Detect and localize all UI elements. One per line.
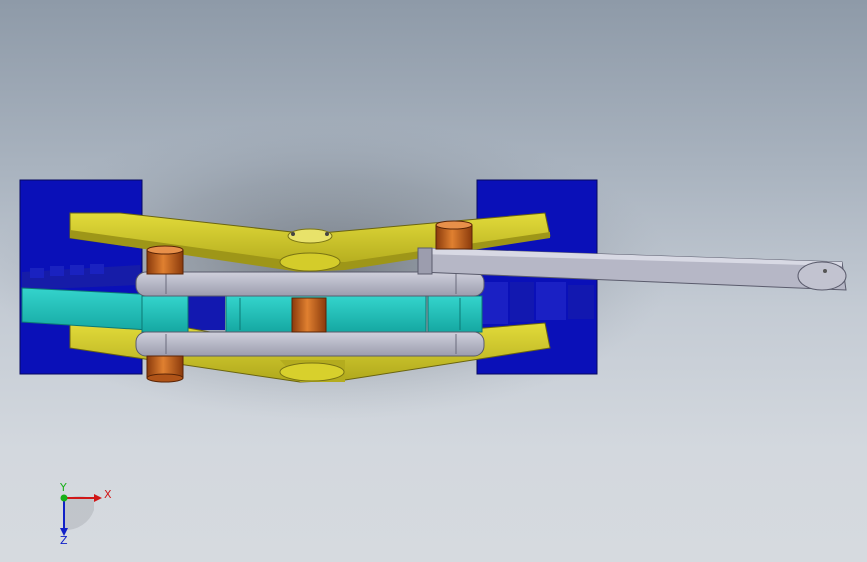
model-scene[interactable]: X Y Z — [0, 0, 867, 562]
z-axis-label: Z — [60, 534, 68, 547]
x-axis-arrowhead — [94, 494, 102, 502]
gray-link-lower[interactable] — [135, 331, 485, 357]
y-axis-label: Y — [59, 481, 67, 494]
graphics-viewport[interactable]: X Y Z — [0, 0, 867, 562]
bronze-pin-top-left[interactable] — [146, 245, 184, 275]
triad-shade — [64, 495, 94, 531]
x-axis-label: X — [104, 488, 112, 501]
gray-link-upper[interactable] — [135, 271, 485, 297]
bronze-pin-center[interactable] — [291, 297, 327, 333]
y-axis-dot — [60, 494, 68, 502]
bronze-pin-bottom-left[interactable] — [146, 355, 184, 383]
coordinate-triad: X Y Z — [59, 481, 112, 547]
bronze-pin-top-right[interactable] — [435, 220, 473, 250]
